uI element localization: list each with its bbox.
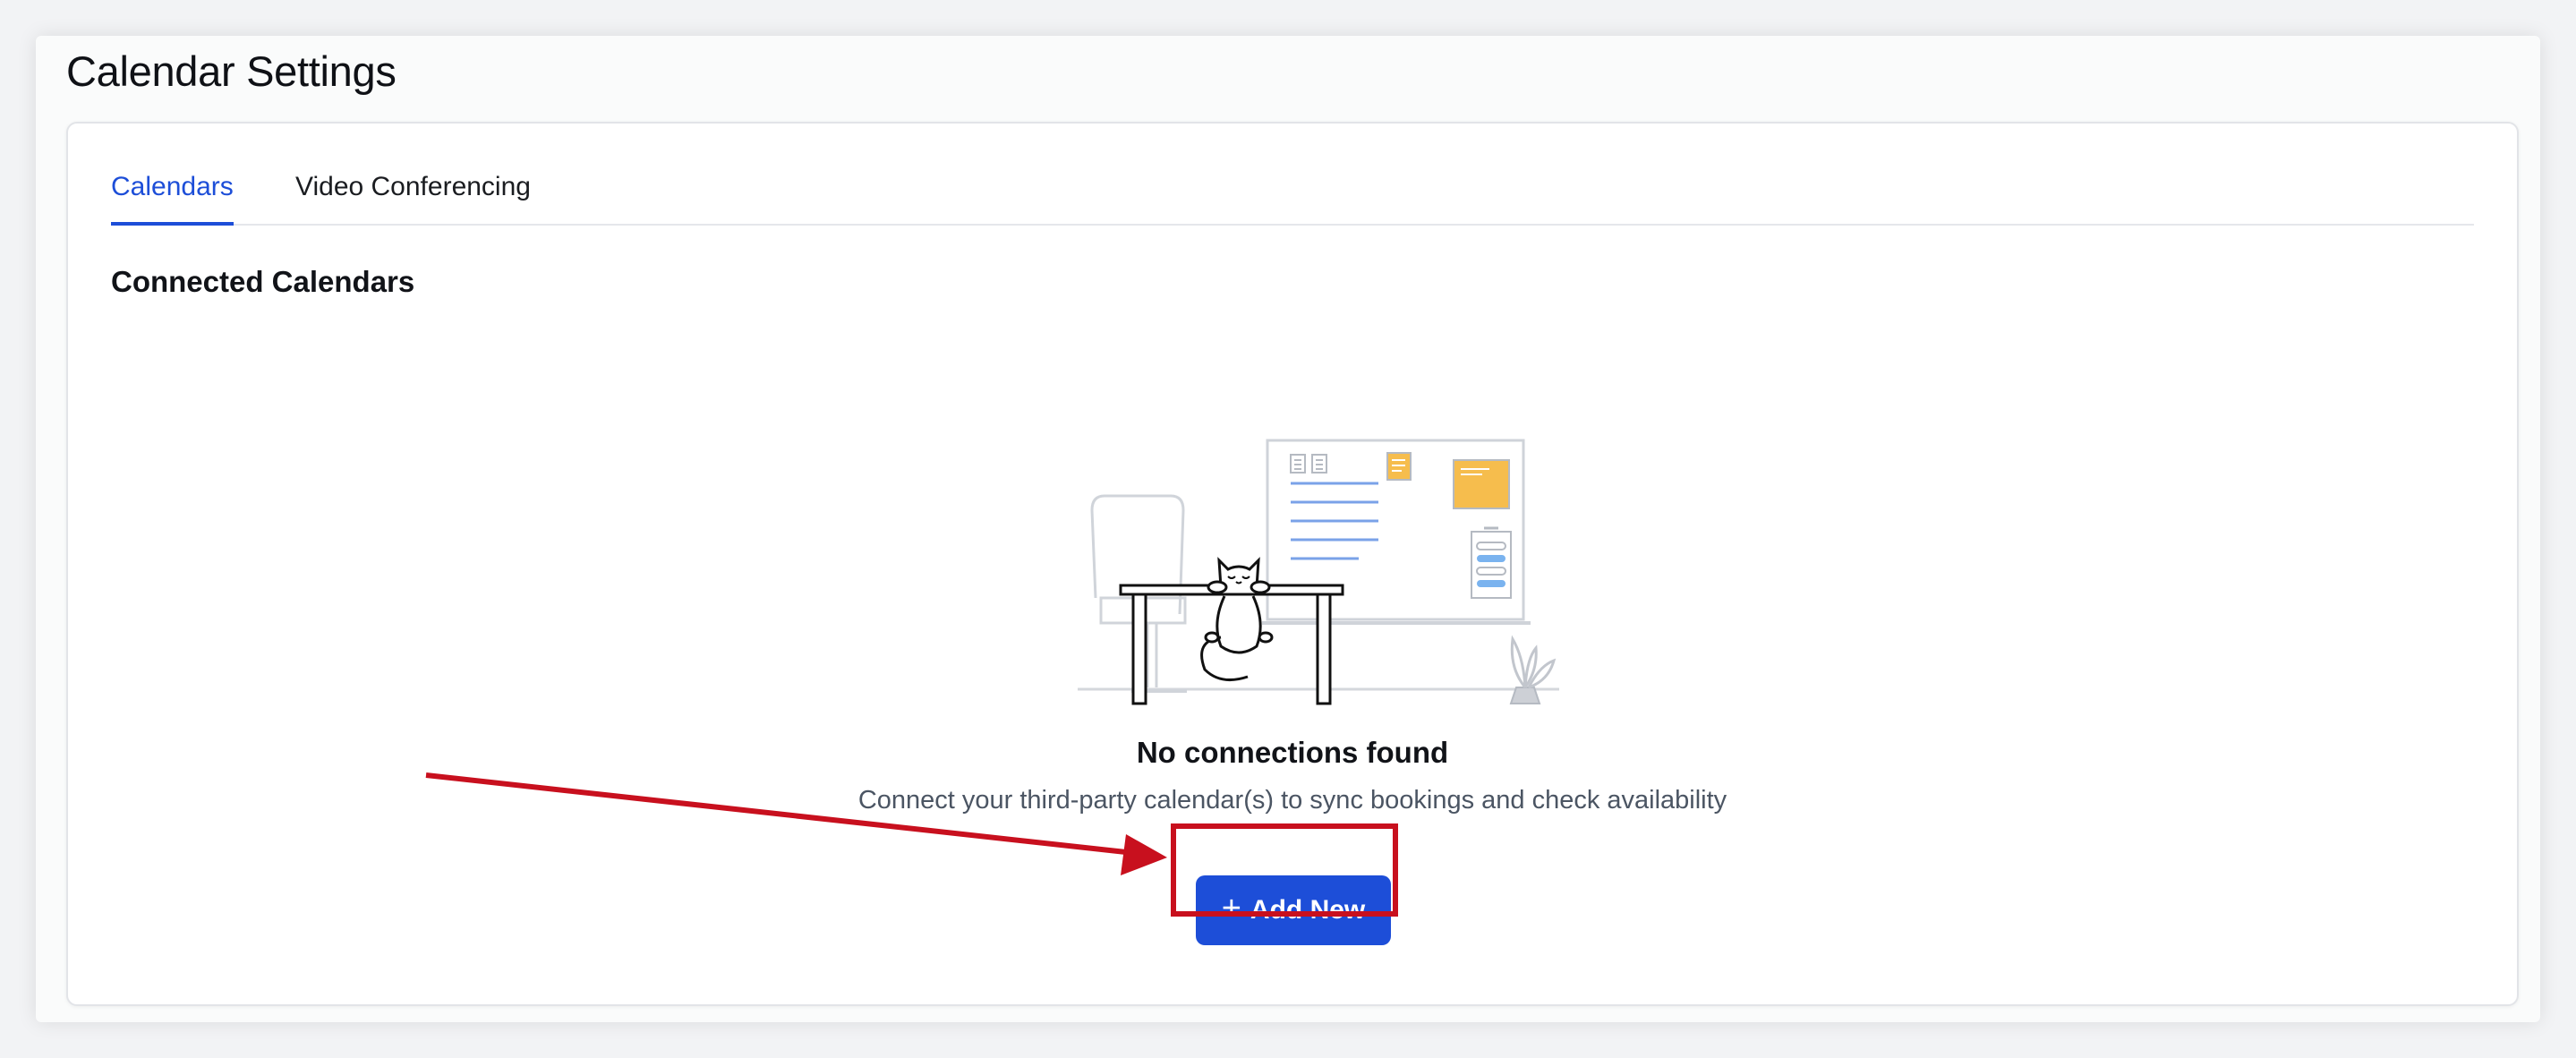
tab-video-conferencing[interactable]: Video Conferencing — [295, 172, 531, 224]
empty-state-title: No connections found — [1136, 736, 1449, 769]
tab-calendars[interactable]: Calendars — [111, 172, 234, 226]
page-title: Calendar Settings — [66, 47, 397, 95]
settings-page: Calendar Settings Calendars Video Confer… — [36, 36, 2540, 1022]
empty-state-description: Connect your third-party calendar(s) to … — [857, 786, 1727, 815]
plus-icon: + — [1221, 890, 1241, 927]
add-new-button[interactable]: + Add New — [1196, 875, 1391, 945]
section-heading: Connected Calendars — [111, 265, 415, 298]
settings-card: Calendars Video Conferencing Connected C… — [66, 122, 2519, 1006]
tab-bar: Calendars Video Conferencing — [111, 166, 2474, 226]
add-new-label: Add New — [1250, 895, 1366, 925]
